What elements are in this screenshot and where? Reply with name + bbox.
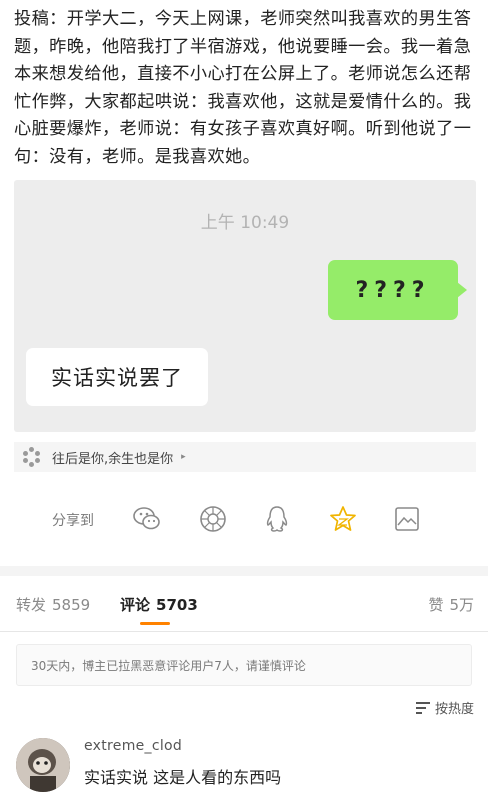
- sort-icon: [415, 701, 430, 714]
- comment-username[interactable]: extreme_clod: [84, 738, 182, 754]
- avatar[interactable]: [16, 738, 70, 792]
- moderation-notice: 30天内，博主已拉黑恶意评论用户7人，请谨慎评论: [16, 644, 472, 686]
- topic-chip[interactable]: 往后是你,余生也是你 ▸: [14, 442, 476, 472]
- sort-toggle[interactable]: 按热度: [415, 698, 474, 717]
- repost-count: 5859: [52, 596, 91, 614]
- comment-label: 评论: [120, 596, 151, 614]
- chat-screenshot[interactable]: 上午 10:49 ???? 实话实说罢了: [14, 180, 476, 432]
- qzone-star-icon[interactable]: [328, 504, 358, 534]
- share-row: 分享到: [0, 500, 488, 540]
- comment-item[interactable]: extreme_clod 实话实说 这是人看的东西吗: [16, 736, 476, 796]
- like-label: 赞: [428, 596, 444, 614]
- repost-label: 转发: [16, 596, 47, 614]
- qq-icon[interactable]: [262, 504, 292, 534]
- share-label: 分享到: [52, 513, 94, 529]
- comment-count: 5703: [156, 596, 198, 614]
- tabs-divider: [0, 631, 488, 632]
- tab-repost[interactable]: 转发 5859: [16, 594, 90, 615]
- save-image-icon[interactable]: [392, 504, 422, 534]
- comment-text: 实话实说 这是人看的东西吗: [84, 768, 282, 787]
- sent-message-bubble: ????: [328, 260, 467, 320]
- wechat-icon[interactable]: [132, 504, 162, 534]
- section-divider: [0, 566, 488, 576]
- topic-label: 往后是你,余生也是你: [52, 451, 174, 467]
- active-tab-indicator: [140, 622, 170, 625]
- post-text: 投稿：开学大二，今天上网课，老师突然叫我喜欢的男生答题，昨晚，他陪我打了半宿游戏…: [14, 9, 472, 167]
- tab-comment[interactable]: 评论 5703: [120, 594, 198, 615]
- loading-dots-icon: [22, 447, 42, 467]
- received-message-bubble: 实话实说罢了: [26, 348, 208, 406]
- sort-label: 按热度: [434, 702, 474, 717]
- stats-tabs: 转发 5859 评论 5703 赞 5万: [0, 576, 488, 632]
- chat-timestamp: 上午 10:49: [200, 213, 290, 233]
- chevron-right-icon: ▸: [181, 452, 186, 462]
- tab-like[interactable]: 赞 5万: [428, 594, 474, 615]
- moments-icon[interactable]: [198, 504, 228, 534]
- like-count: 5万: [449, 596, 474, 614]
